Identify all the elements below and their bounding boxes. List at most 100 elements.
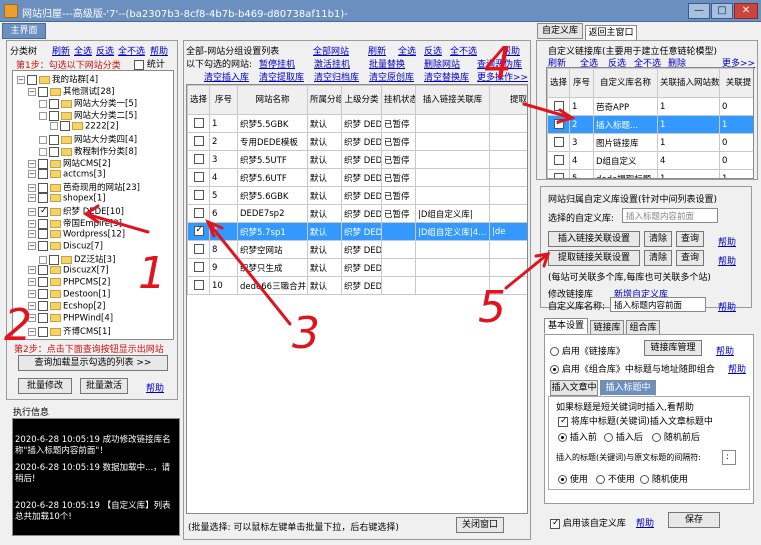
expand-toggle-icon[interactable] [39, 147, 47, 156]
column-header[interactable]: 上级分类 [341, 85, 382, 115]
tree-node[interactable]: − 织梦 DEDE[10] [28, 205, 124, 217]
insert-query-button[interactable]: 查询 [676, 231, 704, 247]
table-row[interactable]: 2专用DEDE模板默认织梦 DEDE已暂停 [187, 132, 527, 151]
row-select-cell[interactable] [187, 258, 210, 277]
tree-node[interactable]: 网站大分类二[5] [39, 109, 137, 121]
expand-toggle-icon[interactable]: − [28, 87, 36, 96]
row-select-cell[interactable] [187, 240, 210, 259]
column-header[interactable]: 序号 [209, 85, 238, 115]
row-select-cell[interactable] [187, 204, 210, 223]
table-row[interactable]: 2插入标题...11 [547, 115, 753, 134]
tree-node[interactable]: − PHPWind[4] [28, 313, 113, 324]
lib-name-help-link[interactable]: 帮助 [718, 300, 736, 313]
expand-toggle-icon[interactable] [39, 99, 47, 108]
clear-archive-lib-link[interactable]: 清空归档库 [314, 70, 359, 83]
random-use-radio[interactable]: 随机使用 [640, 472, 688, 485]
tree-node[interactable]: − 帝国Empire[3] [28, 217, 122, 229]
lib-name-input[interactable]: 插入标题内容前面 [610, 297, 706, 312]
expand-toggle-icon[interactable]: − [28, 159, 36, 168]
row-select-cell[interactable] [187, 132, 210, 151]
tree-checkbox[interactable] [38, 277, 48, 287]
tree-node[interactable]: − 齐博CMS[1] [28, 325, 111, 337]
tab-main[interactable]: 主界面 [2, 23, 46, 39]
table-row[interactable]: 3织梦5.5UTF默认织梦 DEDE已暂停 [187, 150, 527, 169]
extract-clear-button[interactable]: 清除 [644, 250, 672, 266]
tree-checkbox[interactable] [38, 218, 48, 229]
column-header[interactable]: 选择 [187, 85, 210, 115]
pos-after-radio[interactable]: 插入后 [604, 430, 643, 443]
combo-help-link[interactable]: 帮助 [728, 362, 746, 375]
tree-node[interactable]: − actcms[3] [28, 169, 106, 180]
tree-node[interactable]: − 其他测试[28] [28, 85, 114, 97]
expand-toggle-icon[interactable]: − [28, 170, 36, 178]
delete-site-link[interactable]: 删除网站 [424, 57, 460, 70]
left-help-link[interactable]: 帮助 [150, 44, 168, 57]
tree-checkbox[interactable] [38, 265, 48, 275]
expand-toggle-icon[interactable]: − [28, 302, 36, 310]
tree-node[interactable]: − Wordpress[12] [28, 229, 125, 240]
table-row[interactable]: 5织梦5.6GBK默认织梦 DEDE已暂停 [187, 186, 527, 205]
expand-toggle-icon[interactable]: − [28, 194, 36, 202]
use-radio[interactable]: 使用 [558, 472, 588, 485]
tree-node[interactable]: 教程制作分类[8] [39, 145, 137, 157]
tree-node[interactable]: 网站大分类四[4] [39, 133, 137, 145]
all-sites-link[interactable]: 全部网站 [313, 44, 349, 57]
column-header[interactable]: 自定义库名称 [593, 68, 658, 98]
tree-checkbox[interactable] [38, 289, 48, 299]
expand-toggle-icon[interactable]: − [28, 278, 36, 286]
tab-basic-settings[interactable]: 基本设置 [544, 318, 588, 334]
table-row[interactable]: 10dede66三職合并默认织梦 DEDE [187, 276, 527, 295]
row-select-cell[interactable] [187, 150, 210, 169]
table-row[interactable]: 1 芭奇APP 1 0 [547, 97, 753, 116]
save-button[interactable]: 保存 [668, 512, 720, 528]
row-select-cell[interactable] [187, 186, 210, 205]
row-checkbox[interactable] [193, 118, 204, 129]
left-select-all-link[interactable]: 全选 [74, 44, 92, 57]
stats-checkbox[interactable]: 统计 [134, 57, 165, 70]
tree-checkbox[interactable] [38, 158, 48, 169]
row-checkbox[interactable] [193, 154, 204, 165]
tab-back-main[interactable]: 返回主窗口 [585, 25, 637, 41]
tab-custom-lib[interactable]: 自定义库 [537, 23, 583, 39]
expand-toggle-icon[interactable]: − [28, 314, 36, 322]
row-select-cell[interactable] [547, 133, 570, 152]
row-checkbox[interactable] [193, 190, 204, 201]
tree-checkbox[interactable] [38, 182, 48, 193]
expand-toggle-icon[interactable] [39, 111, 47, 120]
left-select-none-link[interactable]: 全不选 [118, 44, 145, 57]
clear-insert-lib-link[interactable]: 清空插入库 [204, 70, 249, 83]
more-actions-link[interactable]: 更多操作>> [477, 70, 528, 83]
batch-help-link[interactable]: 帮助 [146, 381, 164, 394]
batch-replace-link[interactable]: 批量替换 [369, 57, 405, 70]
table-row[interactable]: 7织梦5.7sp1默认织梦 DEDE |D组自定义库|4...|de [187, 222, 527, 241]
table-row[interactable]: 8织梦空网站默认织梦 DEDE [187, 240, 527, 259]
table-row[interactable]: 4织梦5.6UTF默认织梦 DEDE已暂停 [187, 168, 527, 187]
row-checkbox[interactable] [193, 208, 204, 219]
row-checkbox[interactable] [193, 280, 204, 291]
row-checkbox[interactable] [193, 262, 204, 273]
tree-checkbox[interactable] [38, 301, 48, 311]
table-row[interactable]: 4 D组自定义 4 0 [547, 151, 753, 170]
tree-node[interactable]: − 我的站群[4] [17, 73, 98, 85]
row-checkbox[interactable] [553, 101, 564, 112]
tab-insert-article[interactable]: 插入文章中 [550, 380, 598, 396]
expand-toggle-icon[interactable]: − [28, 242, 36, 250]
activate-hang-link[interactable]: 激活挂机 [314, 57, 350, 70]
column-header[interactable]: 挂机状态 [381, 85, 416, 115]
table-row[interactable]: 3 图片链接库 1 0 [547, 133, 753, 152]
save-help-link[interactable]: 帮助 [636, 516, 654, 529]
column-header[interactable]: 选择 [547, 68, 570, 98]
tree-checkbox[interactable] [38, 326, 48, 337]
tree-node[interactable]: 2222[2] [50, 121, 119, 132]
table-row[interactable]: 6DEDE7sp2默认织梦 DEDE已暂停|D组自定义库| [187, 204, 527, 223]
extract-help-link[interactable]: 帮助 [718, 254, 736, 267]
table-row[interactable]: 1织梦5.5GBK默认织梦 DEDE已暂停 [187, 114, 527, 133]
tree-checkbox[interactable] [38, 86, 48, 97]
insert-clear-button[interactable]: 清除 [644, 231, 672, 247]
row-select-cell[interactable] [547, 169, 570, 178]
mid-select-all-link[interactable]: 全选 [398, 44, 416, 57]
column-header[interactable]: 所属分组 [307, 85, 342, 115]
batch-activate-button[interactable]: 批量激活 [80, 378, 128, 394]
tree-node[interactable]: − shopex[1] [28, 193, 106, 204]
mid-help-link[interactable]: 帮助 [502, 44, 520, 57]
